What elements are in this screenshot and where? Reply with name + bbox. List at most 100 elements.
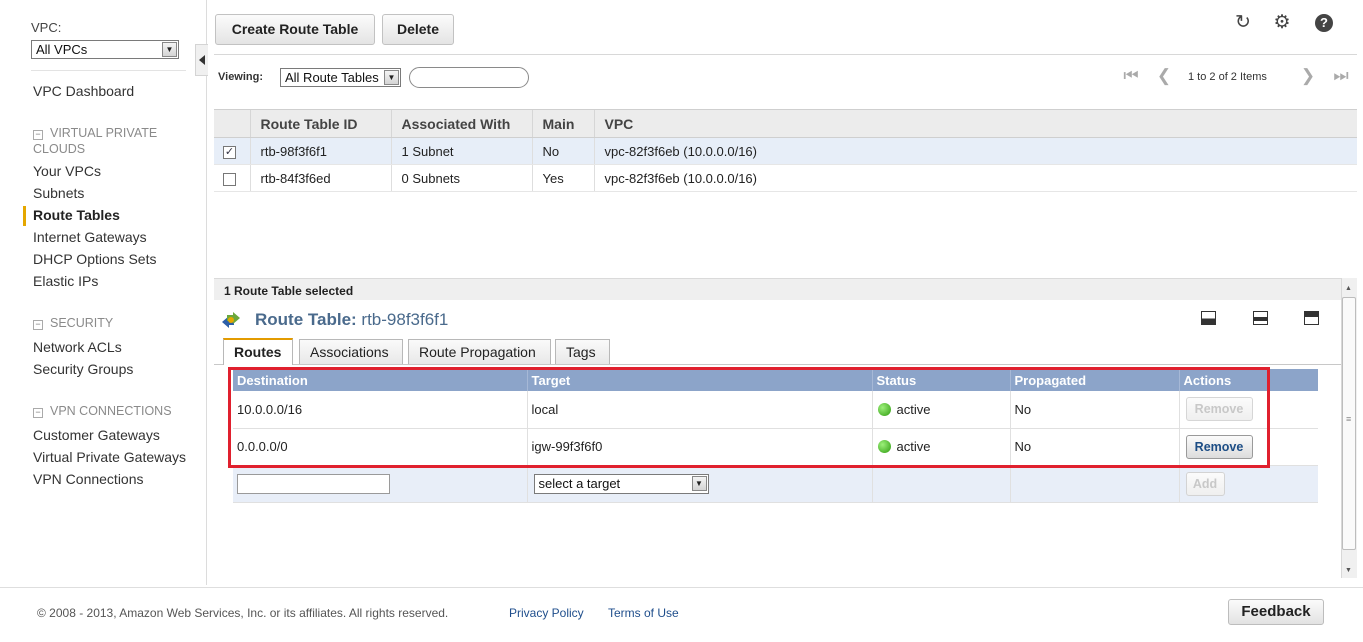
viewing-label: Viewing: (218, 71, 264, 83)
pager-text: 1 to 2 of 2 Items (1188, 71, 1267, 83)
feedback-button[interactable]: Feedback (1228, 599, 1324, 625)
refresh-icon[interactable]: ↻ (1232, 12, 1254, 34)
next-page-icon[interactable]: ❯ (1298, 66, 1318, 86)
table-row: 0.0.0.0/0 igw-99f3f6f0 active No Remove (233, 428, 1318, 466)
destination-input[interactable] (237, 473, 390, 494)
first-page-icon[interactable]: ⏮ (1121, 66, 1141, 86)
empty-cell (871, 465, 1010, 503)
table-row[interactable]: rtb-84f3f6ed 0 Subnets Yes vpc-82f3f6eb … (214, 164, 1357, 192)
sidebar-item-vpn-connections[interactable]: VPN Connections (33, 471, 144, 487)
last-page-icon[interactable]: ⏭ (1331, 66, 1351, 86)
terms-of-use-link[interactable]: Terms of Use (608, 606, 679, 620)
route-destination: 10.0.0.0/16 (233, 391, 527, 429)
vpc-filter-value: All VPCs (36, 42, 88, 57)
associated-with: 0 Subnets (390, 164, 532, 192)
status-active-icon (877, 402, 891, 416)
tab-routes[interactable]: Routes (223, 338, 293, 365)
column-header: Destination (233, 369, 527, 391)
status-active-icon (877, 440, 891, 453)
column-header: Actions (1178, 369, 1318, 391)
sidebar-item-customer-gateways[interactable]: Customer Gateways (33, 427, 160, 443)
route-target: local (526, 391, 872, 429)
column-header[interactable]: Route Table ID (249, 109, 391, 138)
copyright-text: © 2008 - 2013, Amazon Web Services, Inc.… (37, 606, 449, 620)
empty-cell (1009, 465, 1179, 503)
scroll-down-icon[interactable]: ▼ (1345, 567, 1352, 574)
route-status: active (871, 391, 1010, 429)
viewing-filter-select[interactable]: All Route Tables ▼ (280, 68, 401, 87)
add-route-row: select a target ▼ Add (233, 465, 1318, 503)
vpc-filter-select[interactable]: All VPCs ▼ (31, 40, 179, 59)
route-destination: 0.0.0.0/0 (233, 428, 527, 466)
route-table-id: rtb-98f3f6f1 (249, 137, 391, 165)
collapse-left-icon (199, 55, 205, 65)
sidebar-item-security-groups[interactable]: Security Groups (33, 361, 133, 377)
selection-summary: 1 Route Table selected (214, 278, 1341, 300)
row-checkbox-cell (214, 164, 250, 192)
section-security[interactable]: − SECURITY (33, 315, 188, 331)
route-tables-grid: Route Table ID Associated With Main VPC … (214, 109, 1357, 192)
search-input[interactable] (409, 67, 529, 88)
section-title: VIRTUAL PRIVATE CLOUDS (33, 126, 158, 156)
new-target-cell: select a target ▼ (526, 465, 872, 503)
sidebar-item-virtual-private-gateways[interactable]: Virtual Private Gateways (33, 449, 186, 465)
column-header: Target (526, 369, 872, 391)
sidebar-item-subnets[interactable]: Subnets (33, 185, 84, 201)
target-select-value: select a target (538, 475, 621, 491)
routes-table: Destination Target Status Propagated Act… (233, 369, 1318, 503)
privacy-policy-link[interactable]: Privacy Policy (509, 606, 584, 620)
sidebar-item-dhcp-options-sets[interactable]: DHCP Options Sets (33, 251, 156, 267)
table-row: 10.0.0.0/16 local active No Remove (233, 391, 1318, 429)
viewing-filter-value: All Route Tables (285, 70, 379, 85)
pane-middle-icon[interactable] (1253, 311, 1268, 325)
column-header: Propagated (1009, 369, 1179, 391)
prev-page-icon[interactable]: ❮ (1154, 66, 1174, 86)
column-header[interactable]: Associated With (390, 109, 532, 138)
associated-with: 1 Subnet (390, 137, 532, 165)
sidebar-item-your-vpcs[interactable]: Your VPCs (33, 163, 101, 179)
route-propagated: No (1009, 391, 1179, 429)
route-propagated: No (1009, 428, 1179, 466)
section-vpn-connections[interactable]: − VPN CONNECTIONS (33, 403, 188, 419)
collapse-icon: − (33, 320, 43, 330)
section-virtual-private-clouds[interactable]: − VIRTUAL PRIVATE CLOUDS (33, 125, 188, 157)
collapse-icon: − (33, 408, 43, 418)
grip-icon: ≡ (1346, 414, 1352, 424)
pane-top-icon[interactable] (1304, 311, 1319, 325)
title-value: rtb-98f3f6f1 (361, 310, 449, 329)
column-header[interactable]: VPC (593, 109, 1357, 138)
delete-button[interactable]: Delete (382, 14, 454, 45)
route-actions: Remove (1178, 391, 1318, 429)
sidebar-item-internet-gateways[interactable]: Internet Gateways (33, 229, 147, 245)
pane-bottom-icon[interactable] (1201, 311, 1216, 325)
section-title: VPN CONNECTIONS (50, 404, 172, 418)
help-icon[interactable]: ? (1315, 14, 1333, 32)
target-select[interactable]: select a target ▼ (533, 473, 709, 494)
route-target: igw-99f3f6f0 (526, 428, 872, 466)
row-checkbox[interactable] (223, 172, 236, 186)
scroll-up-icon[interactable]: ▲ (1345, 285, 1352, 292)
new-action-cell: Add (1178, 465, 1318, 503)
chevron-down-icon: ▼ (691, 475, 707, 491)
remove-route-button[interactable]: Remove (1185, 434, 1253, 459)
tab-associations[interactable]: Associations (299, 339, 403, 364)
vpc-id: vpc-82f3f6eb (10.0.0.0/16) (593, 137, 1357, 165)
gear-icon[interactable]: ⚙ (1271, 12, 1293, 34)
column-header[interactable]: Main (531, 109, 594, 138)
tabs-divider (214, 364, 1341, 365)
sidebar-item-vpc-dashboard[interactable]: VPC Dashboard (33, 83, 134, 99)
sidebar-item-elastic-ips[interactable]: Elastic IPs (33, 273, 98, 289)
tab-tags[interactable]: Tags (555, 339, 610, 364)
collapse-sidebar-button[interactable] (195, 44, 208, 76)
new-destination-cell (233, 465, 527, 503)
sidebar-item-route-tables[interactable]: Route Tables (33, 207, 120, 223)
status-text: active (896, 439, 931, 454)
sidebar-item-network-acls[interactable]: Network ACLs (33, 339, 122, 355)
add-route-button: Add (1185, 471, 1225, 496)
row-checkbox[interactable]: ✓ (223, 145, 236, 159)
main-flag: No (531, 137, 594, 165)
footer-divider (0, 587, 1363, 588)
create-route-table-button[interactable]: Create Route Table (215, 14, 375, 45)
tab-route-propagation[interactable]: Route Propagation (408, 339, 551, 364)
table-row[interactable]: ✓ rtb-98f3f6f1 1 Subnet No vpc-82f3f6eb … (214, 137, 1357, 165)
